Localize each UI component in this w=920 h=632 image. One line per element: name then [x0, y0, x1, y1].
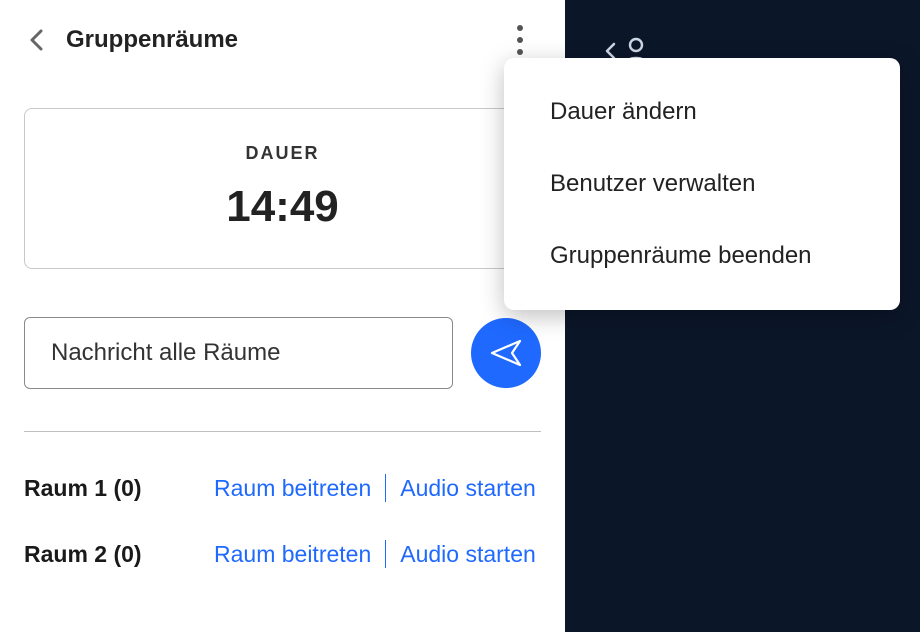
broadcast-message-input[interactable] — [24, 317, 453, 389]
room-row: Raum 1 (0) Raum beitreten Audio starten — [24, 474, 541, 502]
chevron-left-icon — [29, 29, 43, 51]
room-actions: Raum beitreten Audio starten — [214, 474, 536, 502]
kebab-dot-icon — [517, 49, 523, 55]
room-row: Raum 2 (0) Raum beitreten Audio starten — [24, 540, 541, 568]
more-options-menu: Dauer ändern Benutzer verwalten Gruppenr… — [504, 58, 900, 310]
join-room-link[interactable]: Raum beitreten — [214, 541, 371, 568]
kebab-dot-icon — [517, 25, 523, 31]
action-separator — [385, 474, 386, 502]
duration-card: DAUER 14:49 — [24, 108, 541, 269]
kebab-dot-icon — [517, 37, 523, 43]
more-options-button[interactable] — [505, 20, 535, 60]
room-name: Raum 2 (0) — [24, 541, 214, 568]
menu-manage-users[interactable]: Benutzer verwalten — [504, 148, 900, 220]
join-room-link[interactable]: Raum beitreten — [214, 475, 371, 502]
start-audio-link[interactable]: Audio starten — [400, 475, 536, 502]
start-audio-link[interactable]: Audio starten — [400, 541, 536, 568]
page-title: Gruppenräume — [66, 26, 238, 54]
send-button[interactable] — [471, 318, 541, 388]
room-actions: Raum beitreten Audio starten — [214, 540, 536, 568]
action-separator — [385, 540, 386, 568]
back-button[interactable] — [24, 28, 48, 52]
section-divider — [24, 431, 541, 432]
room-name: Raum 1 (0) — [24, 475, 214, 502]
duration-label: DAUER — [25, 143, 540, 164]
send-icon — [490, 337, 522, 369]
panel-header: Gruppenräume — [24, 0, 541, 80]
duration-time: 14:49 — [25, 182, 540, 232]
broadcast-message-row — [24, 317, 541, 389]
breakout-panel: Gruppenräume DAUER 14:49 Raum 1 (0) Raum… — [0, 0, 565, 632]
menu-end-breakout[interactable]: Gruppenräume beenden — [504, 220, 900, 292]
menu-change-duration[interactable]: Dauer ändern — [504, 76, 900, 148]
